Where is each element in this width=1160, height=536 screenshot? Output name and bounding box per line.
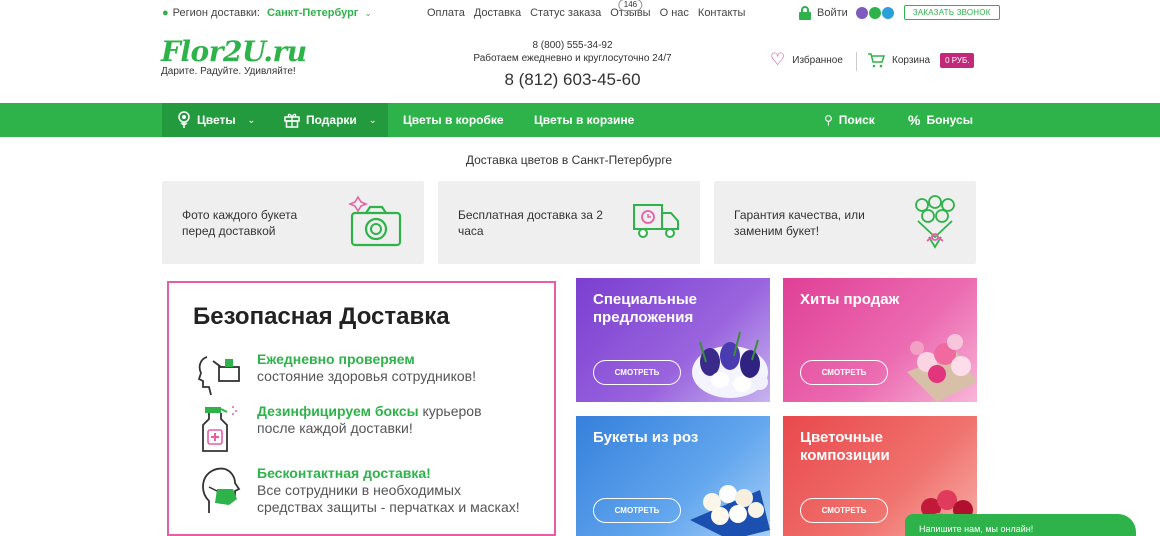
bouquet-icon <box>915 195 955 249</box>
truck-icon <box>633 204 679 238</box>
viber-icon[interactable] <box>855 6 868 19</box>
flower-icon <box>178 111 190 128</box>
safe-disinfect-highlight: Дезинфицируем боксы <box>257 403 419 419</box>
messengers <box>855 6 894 19</box>
nav-gifts-label: Подарки <box>306 113 357 127</box>
favorites-link[interactable]: ♡ Избранное <box>770 50 843 69</box>
nav-link-delivery[interactable]: Доставка <box>474 7 521 19</box>
login-link[interactable]: Войти <box>817 7 848 19</box>
phone-free[interactable]: 8 (800) 555-34-92 <box>440 40 705 51</box>
pink-bouquet-image <box>907 334 977 402</box>
nav-search-label: Поиск <box>838 113 875 127</box>
feature-text: Бесплатная доставка за 2 часа <box>458 208 603 238</box>
nav-flowers-in-basket[interactable]: Цветы в корзине <box>534 103 634 137</box>
face-mask-icon <box>202 467 241 513</box>
logo-text[interactable]: Flor2U.ru <box>161 38 307 66</box>
nav-link-reviews[interactable]: Отзывы 146 <box>610 0 651 19</box>
nav-link-about[interactable]: О нас <box>660 7 689 19</box>
iris-bouquet-image <box>692 331 768 398</box>
safe-delivery-title: Безопасная Доставка <box>193 303 450 330</box>
safe-delivery-banner[interactable]: Безопасная Доставка Ежедневно проверяем с… <box>167 281 556 536</box>
nav-bonus-label: Бонусы <box>926 113 973 127</box>
phone-city[interactable]: 8 (812) 603-45-60 <box>440 70 705 90</box>
nav-search[interactable]: ⚲ Поиск <box>824 103 875 137</box>
nav-link-payment[interactable]: Оплата <box>427 7 465 19</box>
page-subtitle: Доставка цветов в Санкт-Петербурге <box>465 153 673 167</box>
nav-flowers-label: Цветы <box>197 113 236 127</box>
cart-total-badge: 0 РУБ. <box>940 53 975 68</box>
cart-label: Корзина <box>892 55 931 66</box>
nav-link-contacts[interactable]: Контакты <box>698 7 746 19</box>
safe-item-disinfect: Дезинфицируем боксы курьеров после каждой… <box>195 403 482 453</box>
safe-item-contactless: Бесконтактная доставка! Все сотрудники в … <box>195 465 520 516</box>
nav-flowers-in-box[interactable]: Цветы в коробке <box>403 103 504 137</box>
feature-text: Гарантия качества, или заменим букет! <box>734 208 865 238</box>
header-contacts: 8 (800) 555-34-92 Работаем ежедневно и к… <box>440 40 705 90</box>
lock-icon[interactable] <box>799 5 811 20</box>
cart-link[interactable]: Корзина 0 РУБ. <box>867 53 975 68</box>
tile-rose-bouquets[interactable]: Букеты из роз СМОТРЕТЬ <box>576 416 770 536</box>
gift-icon <box>284 113 300 128</box>
nav-flowers[interactable]: Цветы ⌄ <box>162 103 270 137</box>
tile-view-button[interactable]: СМОТРЕТЬ <box>593 498 681 523</box>
region-city[interactable]: Санкт-Петербург <box>267 7 358 19</box>
top-bar: ● Регион доставки: Санкт-Петербург ⌄ Опл… <box>0 0 1160 28</box>
safe-contactless-highlight: Бесконтактная доставка! <box>257 465 431 481</box>
feature-quality: Гарантия качества, или заменим букет! <box>714 181 976 264</box>
region-selector[interactable]: ● Регион доставки: Санкт-Петербург ⌄ <box>162 7 372 19</box>
camera-icon <box>348 195 402 247</box>
login-area: Войти ЗАКАЗАТЬ ЗВОНОК <box>799 5 1000 20</box>
safe-contactless-text: Все сотрудники в необходимых <box>257 482 461 498</box>
logo[interactable]: Flor2U.ru Дарите. Радуйте. Удивляйте! <box>161 38 307 78</box>
logo-tagline: Дарите. Радуйте. Удивляйте! <box>161 66 296 77</box>
header-divider <box>856 52 857 71</box>
safe-contactless-text-2: средствах защиты - перчатках и масках! <box>257 499 520 515</box>
location-pin-icon: ● <box>162 7 169 19</box>
feature-photo: Фото каждого букета перед доставкой <box>162 181 424 264</box>
feature-free-delivery: Бесплатная доставка за 2 часа <box>438 181 700 264</box>
main-nav: Цветы ⌄ Подарки ⌄ Цветы в коробке Цветы … <box>0 103 1160 137</box>
heart-icon: ♡ <box>770 50 786 69</box>
working-hours: Работаем ежедневно и круглосуточно 24/7 <box>473 53 672 64</box>
safe-health-highlight: Ежедневно проверяем <box>257 351 415 367</box>
spray-bottle-icon <box>202 406 237 452</box>
tile-bestsellers[interactable]: Хиты продаж СМОТРЕТЬ <box>783 278 977 402</box>
nav-gifts[interactable]: Подарки ⌄ <box>270 103 388 137</box>
page: ● Регион доставки: Санкт-Петербург ⌄ Опл… <box>0 0 1160 536</box>
tile-view-button[interactable]: СМОТРЕТЬ <box>800 498 888 523</box>
tile-special-offers[interactable]: Специальные предложения СМОТРЕТЬ <box>576 278 770 402</box>
nav-link-order-status[interactable]: Статус заказа <box>530 7 601 19</box>
callback-button[interactable]: ЗАКАЗАТЬ ЗВОНОК <box>903 5 1000 20</box>
safe-disinfect-text: курьеров <box>418 403 482 419</box>
chevron-down-icon: ⌄ <box>247 114 256 125</box>
tile-title: Букеты из роз <box>593 429 699 446</box>
region-label: Регион доставки: <box>172 7 260 19</box>
health-check-icon <box>197 356 240 396</box>
search-icon: ⚲ <box>824 113 833 127</box>
safe-disinfect-text-2: после каждой доставки! <box>257 420 413 436</box>
telegram-icon[interactable] <box>881 6 894 19</box>
chevron-down-icon[interactable]: ⌄ <box>364 8 372 19</box>
reviews-count-badge: 146 <box>618 0 643 11</box>
chevron-down-icon: ⌄ <box>368 114 377 125</box>
top-nav: Оплата Доставка Статус заказа Отзывы 146 … <box>427 0 746 19</box>
whatsapp-icon[interactable] <box>868 6 881 19</box>
tile-view-button[interactable]: СМОТРЕТЬ <box>800 360 888 385</box>
online-chat-widget[interactable]: Напишите нам, мы онлайн! <box>905 514 1136 536</box>
favorites-label: Избранное <box>792 54 843 66</box>
white-roses-image <box>690 485 770 536</box>
tile-title: Хиты продаж <box>800 291 900 308</box>
nav-bonus[interactable]: % Бонусы <box>908 103 973 137</box>
feature-text: Фото каждого букета перед доставкой <box>182 208 298 238</box>
tile-view-button[interactable]: СМОТРЕТЬ <box>593 360 681 385</box>
safe-item-health: Ежедневно проверяем состояние здоровья со… <box>195 351 476 401</box>
safe-health-text: состояние здоровья сотрудников! <box>257 368 476 384</box>
percent-icon: % <box>908 112 921 128</box>
cart-icon <box>868 53 885 68</box>
